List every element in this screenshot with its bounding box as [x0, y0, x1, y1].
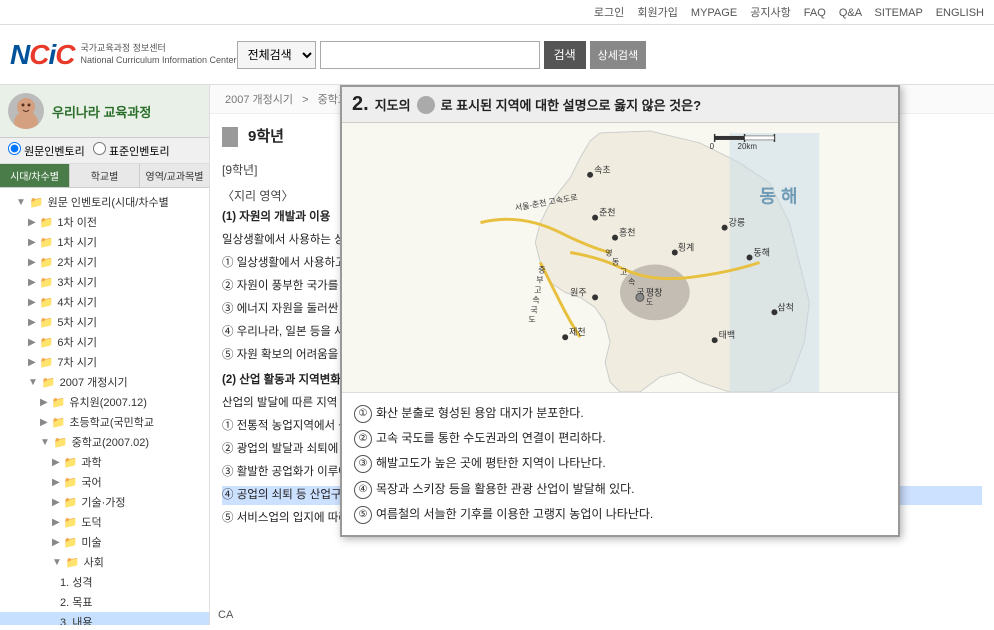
sidebar-tree: ▼📁원문 인벤토리(시대/차수별 ▶📁1차 이전 ▶📁1차 시기 ▶📁2차 시기… [0, 188, 209, 625]
tree-item-social-3[interactable]: 3. 내용 [0, 612, 209, 625]
svg-text:고: 고 [534, 285, 541, 294]
sidebar-profile-title: 우리나라 교육과정 [52, 102, 151, 121]
nav-notice[interactable]: 공지사항 [750, 7, 790, 19]
svg-text:횡계: 횡계 [678, 242, 694, 253]
nav-login[interactable]: 로그인 [594, 7, 624, 19]
svg-text:20km: 20km [738, 142, 758, 151]
svg-text:부: 부 [536, 275, 543, 284]
svg-text:도: 도 [528, 315, 535, 324]
svg-text:고: 고 [620, 267, 627, 276]
quiz-answer-4: ④ 목장과 스키장 등을 활용한 관광 산업이 발달해 있다. [354, 477, 886, 502]
ca-label: CA [218, 609, 233, 621]
map-svg-container: 서울-춘천 고속도로 영 동 고 속 국 도 중 부 고 속 국 도 [342, 123, 898, 392]
svg-text:중: 중 [538, 265, 545, 274]
radio-wonmun[interactable] [8, 142, 21, 155]
tree-item-1cha-before[interactable]: ▶📁1차 이전 [0, 212, 209, 232]
answer-circle-2: ② [354, 430, 372, 448]
top-navigation: 로그인 회원가입 MYPAGE 공지사항 FAQ Q&A SITEMAP ENG… [0, 0, 994, 25]
svg-text:영: 영 [605, 248, 613, 258]
radio-standard[interactable] [93, 142, 106, 155]
tree-item-middle[interactable]: ▼📁중학교(2007.02) [0, 432, 209, 452]
tree-item-art[interactable]: ▶📁미술 [0, 532, 209, 552]
quiz-answer-2: ② 고속 국도를 통한 수도권과의 연결이 편리하다. [354, 426, 886, 451]
answer-circle-5: ⑤ [354, 506, 372, 524]
tab-subject[interactable]: 영역/교과목별 [140, 164, 209, 187]
svg-text:도: 도 [646, 297, 653, 306]
content-area: 2007 개정시기 > 중학교(2007.02) > 사회 > 3. 내 9학년… [210, 85, 994, 625]
quiz-map: 서울-춘천 고속도로 영 동 고 속 국 도 중 부 고 속 국 도 [342, 123, 898, 393]
tree-item-elementary[interactable]: ▶📁초등학교(국민학교 [0, 412, 209, 432]
nav-sitemap[interactable]: SITEMAP [875, 7, 923, 19]
svg-text:속: 속 [532, 295, 539, 304]
tree-item-3cha[interactable]: ▶📁3차 시기 [0, 272, 209, 292]
svg-text:속초: 속초 [594, 165, 610, 175]
svg-text:춘천: 춘천 [599, 208, 615, 218]
sidebar-tabs: 시대/차수별 학교별 영역/교과목별 [0, 164, 209, 188]
tree-item-ethics[interactable]: ▶📁도덕 [0, 512, 209, 532]
logo-ncic: NCiC [10, 39, 74, 71]
avatar [8, 93, 44, 129]
tree-item-social-2[interactable]: 2. 목표 [0, 592, 209, 612]
quiz-answers: ① 화산 분출로 형성된 용암 대지가 분포한다. ② 고속 국도를 통한 수도… [342, 393, 898, 535]
svg-text:속: 속 [628, 277, 635, 286]
tree-item-6cha[interactable]: ▶📁6차 시기 [0, 332, 209, 352]
svg-text:동: 동 [612, 257, 619, 266]
quiz-marker [417, 96, 435, 114]
detail-search-button[interactable]: 상세검색 [590, 41, 646, 69]
search-button[interactable]: 검색 [544, 41, 586, 69]
tree-item-social[interactable]: ▼📁사회 [0, 552, 209, 572]
radio-label-wonmun[interactable]: 원문인벤토리 [8, 142, 85, 159]
answer-circle-1: ① [354, 405, 372, 423]
quiz-answer-1: ① 화산 분출로 형성된 용암 대지가 분포한다. [354, 401, 886, 426]
quiz-header: 2. 지도의 로 표시된 지역에 대한 설명으로 옳지 않은 것은? [342, 87, 898, 123]
answer-circle-3: ③ [354, 455, 372, 473]
svg-text:평창: 평창 [646, 287, 662, 297]
svg-text:강릉: 강릉 [729, 218, 745, 228]
svg-text:삼척: 삼척 [777, 302, 793, 312]
tree-item-social-1[interactable]: 1. 성격 [0, 572, 209, 592]
svg-text:원주: 원주 [570, 287, 586, 297]
nav-mypage[interactable]: MYPAGE [691, 7, 737, 19]
quiz-answer-5: ⑤ 여름철의 서늘한 기후를 이용한 고랭지 농업이 나타난다. [354, 502, 886, 527]
svg-text:홍천: 홍천 [619, 227, 635, 238]
tree-item-2007[interactable]: ▼📁2007 개정시기 [0, 372, 209, 392]
tree-item-tech[interactable]: ▶📁기술·가정 [0, 492, 209, 512]
logo-area: NCiC 국가교육과정 정보센터 National Curriculum Inf… [10, 39, 237, 71]
tree-item-4cha[interactable]: ▶📁4차 시기 [0, 292, 209, 312]
svg-text:국: 국 [530, 305, 537, 314]
nav-faq[interactable]: FAQ [804, 7, 826, 19]
svg-text:0: 0 [710, 142, 715, 151]
document-icon [222, 127, 238, 147]
search-type-select[interactable]: 전체검색 [237, 41, 316, 69]
main-layout: 우리나라 교육과정 원문인벤토리 표준인벤토리 시대/차수별 학교별 영역/교과… [0, 85, 994, 625]
answer-circle-4: ④ [354, 481, 372, 499]
quiz-answer-3: ③ 해발고도가 높은 곳에 평탄한 지역이 나타난다. [354, 451, 886, 476]
tab-era[interactable]: 시대/차수별 [0, 164, 70, 187]
logo-text: 국가교육과정 정보센터 National Curriculum Informat… [80, 43, 236, 66]
sidebar: 우리나라 교육과정 원문인벤토리 표준인벤토리 시대/차수별 학교별 영역/교과… [0, 85, 210, 625]
tree-item-2cha[interactable]: ▶📁2차 시기 [0, 252, 209, 272]
search-area: 전체검색 검색 상세검색 [237, 41, 647, 69]
svg-text:동 해: 동 해 [759, 187, 797, 207]
tree-item-korean[interactable]: ▶📁국어 [0, 472, 209, 492]
nav-join[interactable]: 회원가입 [637, 7, 677, 19]
svg-text:동해: 동해 [754, 248, 770, 258]
sidebar-radio-group: 원문인벤토리 표준인벤토리 [0, 138, 209, 164]
quiz-overlay: 2. 지도의 로 표시된 지역에 대한 설명으로 옳지 않은 것은? [340, 85, 900, 537]
tree-item-kindergarten[interactable]: ▶📁유치원(2007.12) [0, 392, 209, 412]
svg-text:태백: 태백 [719, 330, 735, 340]
sidebar-profile: 우리나라 교육과정 [0, 85, 209, 138]
tree-item-1cha[interactable]: ▶📁1차 시기 [0, 232, 209, 252]
radio-label-standard[interactable]: 표준인벤토리 [93, 142, 170, 159]
nav-qa[interactable]: Q&A [839, 7, 862, 19]
header: NCiC 국가교육과정 정보센터 National Curriculum Inf… [0, 25, 994, 85]
tree-item-wonmun[interactable]: ▼📁원문 인벤토리(시대/차수별 [0, 192, 209, 212]
tree-item-7cha[interactable]: ▶📁7차 시기 [0, 352, 209, 372]
tree-item-5cha[interactable]: ▶📁5차 시기 [0, 312, 209, 332]
tree-item-science[interactable]: ▶📁과학 [0, 452, 209, 472]
tab-school[interactable]: 학교별 [70, 164, 140, 187]
search-input[interactable] [320, 41, 540, 69]
nav-english[interactable]: ENGLISH [936, 7, 984, 19]
svg-text:제천: 제천 [569, 327, 585, 337]
